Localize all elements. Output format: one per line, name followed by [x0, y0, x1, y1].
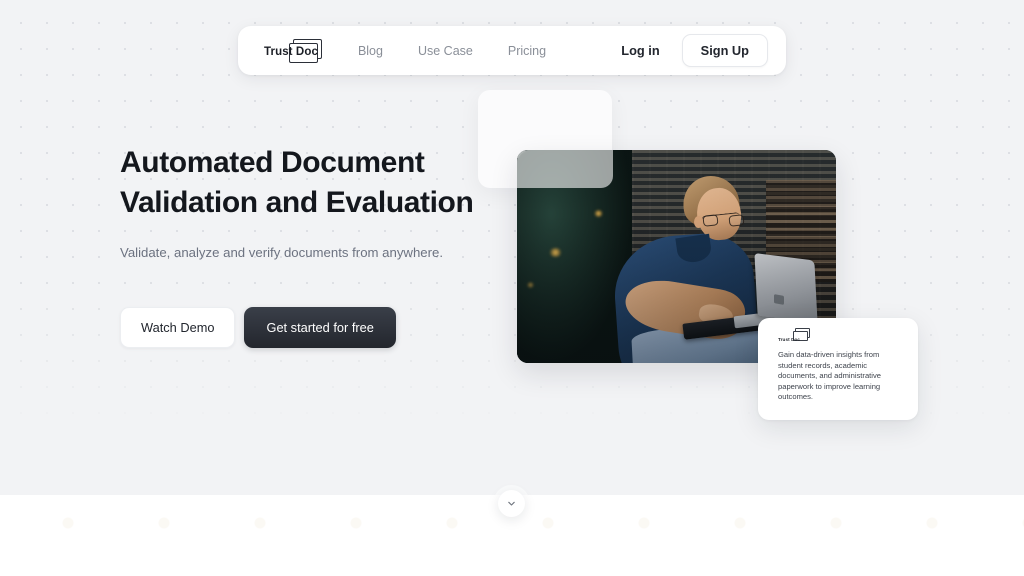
chevron-down-icon	[508, 501, 515, 506]
hero-visual: Trust Doc Gain data-driven insights from…	[0, 0, 1024, 495]
info-card-brand: Trust Doc	[778, 328, 904, 342]
decorative-glass-overlay	[517, 150, 613, 188]
info-card-brand-name: Trust Doc	[778, 337, 801, 342]
brand-name: Trust Doc	[264, 46, 318, 58]
hero-section: Trust Doc Blog Use Case Pricing Log in S…	[0, 0, 1024, 495]
scroll-down-button[interactable]	[498, 490, 525, 517]
info-card-body: Gain data-driven insights from student r…	[778, 350, 881, 402]
insights-info-card: Trust Doc Gain data-driven insights from…	[758, 318, 918, 420]
landing-page: Trust Doc Blog Use Case Pricing Log in S…	[0, 0, 1024, 576]
